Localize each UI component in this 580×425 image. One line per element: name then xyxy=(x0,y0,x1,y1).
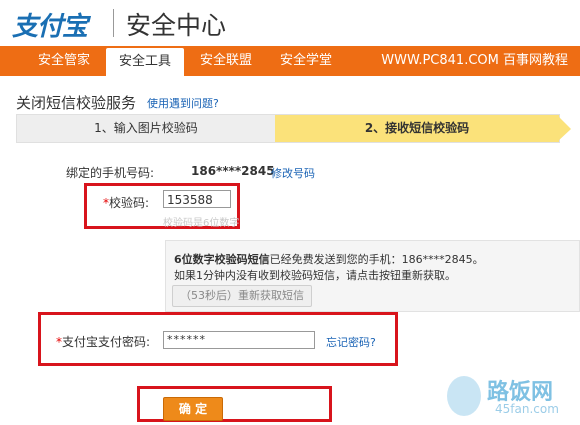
code-input[interactable]: 153588 xyxy=(163,190,231,208)
logo-divider xyxy=(113,9,114,37)
modify-phone-link[interactable]: 修改号码 xyxy=(271,165,315,181)
page-title: 关闭短信校验服务 xyxy=(16,94,137,112)
step-2-active: 2、接收短信校验码 xyxy=(275,115,559,142)
step-arrow-icon xyxy=(557,115,571,142)
sms-info-rest: 已经免费发送到您的手机：186****2845。 xyxy=(269,253,484,266)
main-nav: 安全管家 安全工具 安全联盟 安全学堂 WWW.PC841.COM 百事网教程 xyxy=(0,46,580,76)
tab-security-manager[interactable]: 安全管家 xyxy=(24,46,104,76)
password-label-text: 支付宝支付密码: xyxy=(62,335,151,349)
code-hint: 校验码是6位数字 xyxy=(163,218,240,229)
step-indicator: 1、输入图片校验码 2、接收短信校验码 xyxy=(16,114,571,143)
password-input[interactable]: ****** xyxy=(163,331,315,349)
confirm-button[interactable]: 确 定 xyxy=(163,397,223,421)
sms-info-bold: 6位数字校验码短信 xyxy=(174,253,270,266)
resend-sms-button[interactable]: （53秒后）重新获取短信 xyxy=(172,285,312,307)
watermark: 路饭网 45fan.com xyxy=(447,374,567,420)
sms-info-box: 6位数字校验码短信已经免费发送到您的手机：186****2845。 如果1分钟内… xyxy=(165,240,580,312)
phone-label: 绑定的手机号码: xyxy=(66,166,155,180)
phone-value: 186****2845 xyxy=(191,164,275,178)
tab-security-alliance[interactable]: 安全联盟 xyxy=(188,46,264,76)
password-label: *支付宝支付密码: xyxy=(56,333,150,350)
watermark-drop-icon xyxy=(447,376,481,416)
alipay-logo[interactable]: 支付宝 xyxy=(12,6,88,43)
sms-info-line-2: 如果1分钟内没有收到校验码短信，请点击按钮重新获取。 xyxy=(174,269,456,282)
tab-security-tools[interactable]: 安全工具 xyxy=(106,48,184,76)
help-link[interactable]: 使用遇到问题? xyxy=(147,95,219,111)
code-label-text: 校验码: xyxy=(109,196,150,210)
header: 支付宝 安全中心 xyxy=(0,0,580,46)
site-title: 安全中心 xyxy=(126,11,227,40)
sms-info-line-1: 6位数字校验码短信已经免费发送到您的手机：186****2845。 xyxy=(174,251,484,267)
nav-site-caption: WWW.PC841.COM 百事网教程 xyxy=(381,53,568,68)
step-1: 1、输入图片校验码 xyxy=(94,121,198,135)
forgot-password-link[interactable]: 忘记密码? xyxy=(326,334,376,350)
tab-security-school[interactable]: 安全学堂 xyxy=(268,46,344,76)
watermark-sub: 45fan.com xyxy=(495,402,559,416)
code-label: *校验码: xyxy=(103,194,149,211)
